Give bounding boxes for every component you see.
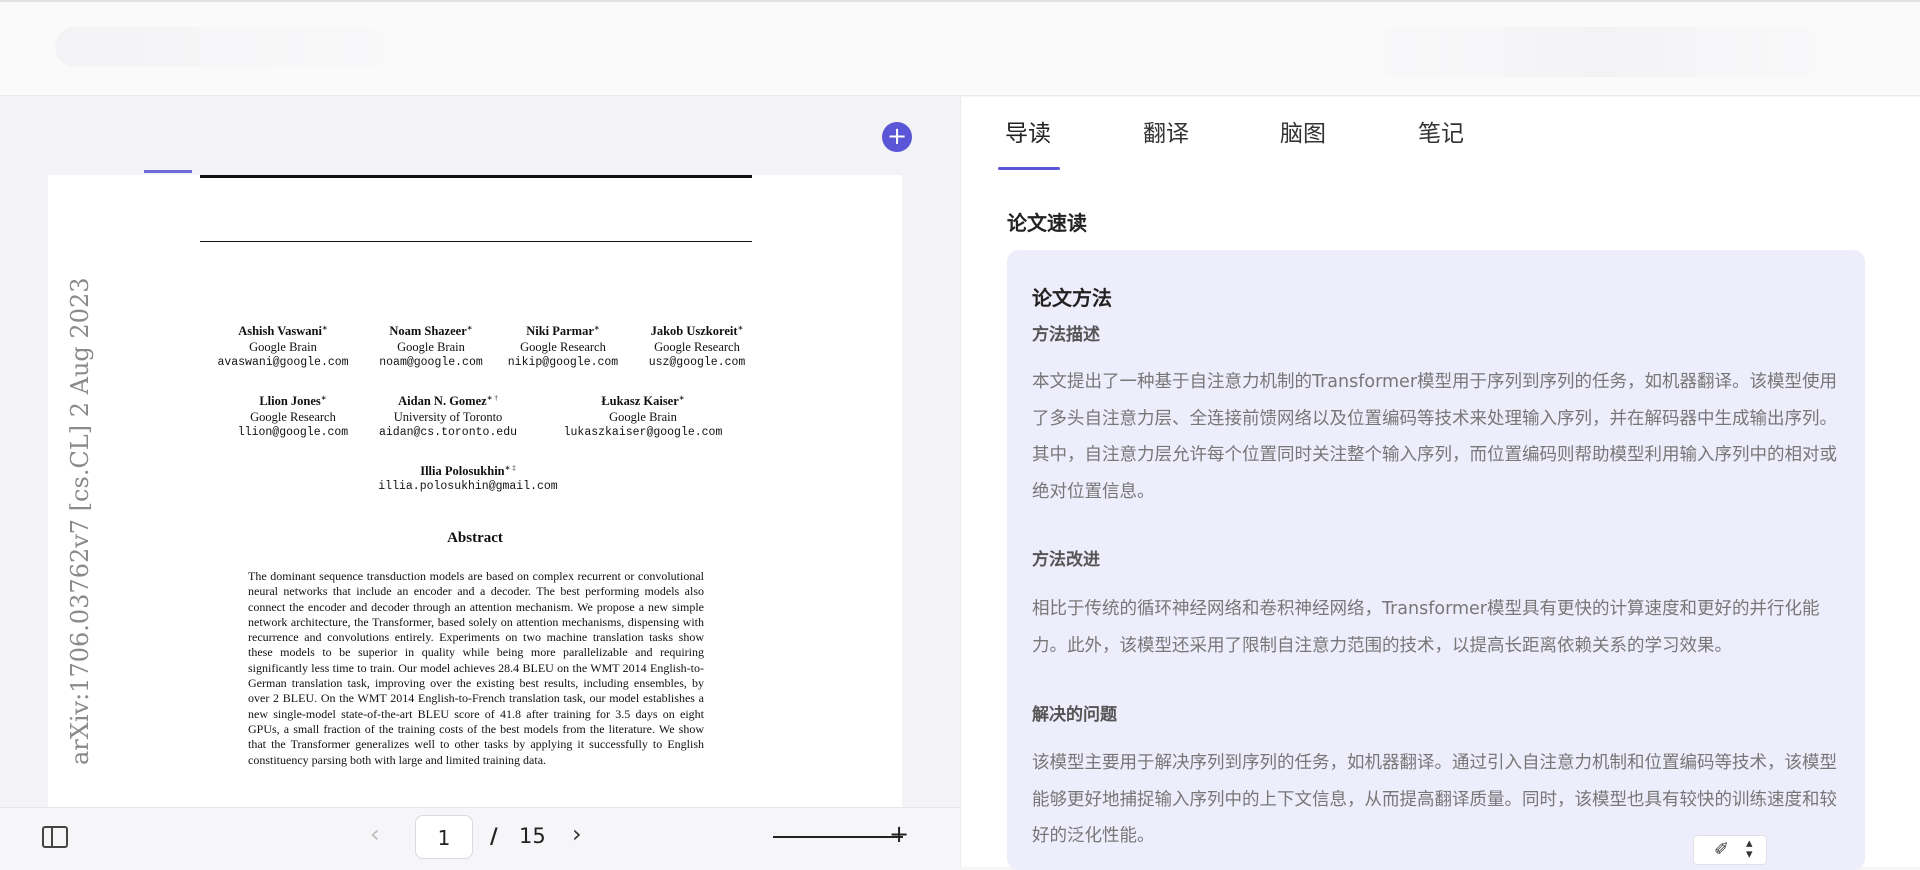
floating-toolbar[interactable]: ✐ ▴ ▾ (1693, 835, 1767, 865)
tab-notes[interactable]: 笔记 (1418, 114, 1464, 148)
method-improve-heading: 方法改进 (1032, 550, 1100, 570)
abstract-text: The dominant sequence transduction model… (248, 569, 704, 767)
author-block: Aidan N. Gomez∗ † University of Toronto … (378, 394, 518, 440)
chevron-right-icon[interactable]: › (572, 820, 582, 848)
author-block: Niki Parmar∗ Google Research nikip@googl… (507, 324, 619, 370)
arxiv-stamp: arXiv:1706.03762v7 [cs.CL] 2 Aug 2023 (66, 277, 94, 766)
author-block: Jakob Uszkoreit∗ Google Research usz@goo… (648, 324, 746, 370)
page-separator: / (490, 824, 498, 848)
author-block: Łukasz Kaiser∗ Google Brain lukaszkaiser… (563, 394, 723, 440)
author-block: Noam Shazeer∗ Google Brain noam@google.c… (379, 324, 483, 370)
top-bar (0, 0, 1920, 96)
tab-mindmap[interactable]: 脑图 (1280, 114, 1326, 148)
card-title: 论文方法 (1032, 286, 1112, 310)
top-actions-area (1340, 27, 1860, 77)
scroll-arrows-icon[interactable]: ▴ ▾ (1746, 837, 1753, 861)
app-logo-area (55, 27, 455, 67)
author-block: Llion Jones∗ Google Research llion@googl… (237, 394, 349, 440)
page-number-input[interactable]: 1 (415, 815, 473, 859)
page-total: 15 (519, 824, 546, 848)
sidebar-toggle-icon[interactable] (42, 826, 68, 848)
edit-icon[interactable]: ✐ (1714, 839, 1729, 860)
tab-guide[interactable]: 导读 (1005, 114, 1051, 148)
section-title: 论文速读 (1007, 211, 1087, 235)
tab-translate[interactable]: 翻译 (1143, 114, 1189, 148)
zoom-slider[interactable] (773, 836, 903, 838)
abstract-heading: Abstract (447, 530, 503, 546)
active-tab-underline (998, 167, 1060, 170)
method-desc-text: 本文提出了一种基于自注意力机制的Transformer模型用于序列到序列的任务，… (1032, 372, 1838, 502)
problem-heading: 解决的问题 (1032, 705, 1117, 725)
add-button[interactable]: + (882, 122, 912, 152)
method-improve-text: 相比于传统的循环神经网络和卷积神经网络，Transformer模型具有更快的计算… (1032, 599, 1820, 656)
pdf-tab-indicator (144, 170, 192, 173)
title-top-rule (200, 175, 752, 178)
zoom-in-icon[interactable]: + (889, 820, 909, 848)
title-bottom-rule (200, 241, 752, 242)
chevron-left-icon[interactable]: ‹ (370, 820, 380, 848)
method-desc-heading: 方法描述 (1032, 325, 1100, 345)
author-block: Ashish Vaswani∗ Google Brain avaswani@go… (217, 324, 349, 370)
author-block: Illia Polosukhin∗ ‡ illia.polosukhin@gma… (378, 464, 558, 494)
pdf-page[interactable]: arXiv:1706.03762v7 [cs.CL] 2 Aug 2023 As… (48, 175, 902, 807)
